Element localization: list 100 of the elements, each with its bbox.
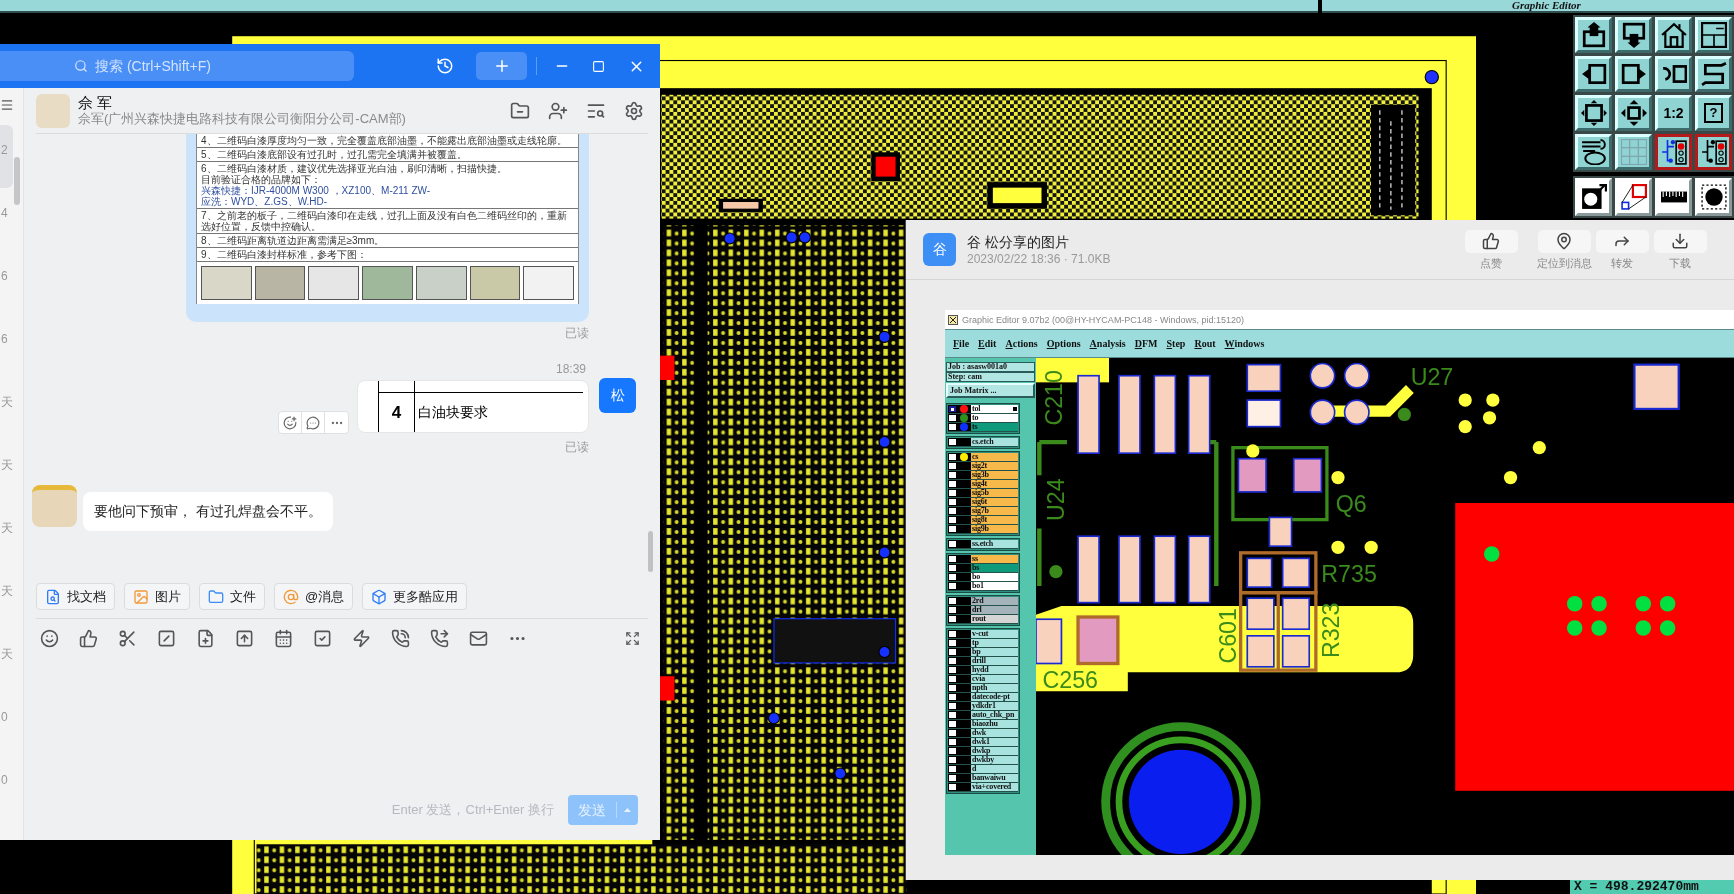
quick-action-button[interactable]: 找文档 [36, 583, 115, 610]
window-title: Graphic Editor [1512, 0, 1581, 11]
layer-name: banwaiwu [972, 774, 1006, 782]
user-avatar[interactable]: 松 [599, 378, 636, 413]
contact-name: 佘 军 [78, 94, 114, 111]
thumbs-up-icon[interactable] [79, 629, 98, 648]
quick-action-button[interactable]: 文件 [199, 583, 265, 610]
layer-name: sig9b [972, 525, 989, 533]
chat-time-fragment: 2 [1, 143, 8, 157]
layer-name: drl [972, 606, 982, 614]
silkscreen-label: C256 [1042, 667, 1099, 694]
sender-avatar: 谷 [923, 233, 956, 266]
document-text: 应洗：WYD、Z.GS、W.HD- [201, 196, 329, 207]
chat-list-item[interactable]: 2 [0, 125, 13, 188]
menu-label: Edit [978, 337, 997, 350]
silkscreen-label: U24 [1043, 478, 1070, 521]
layer-name: sig8t [972, 516, 987, 524]
circuit-lights-icon [1700, 139, 1727, 165]
chat-list-item[interactable]: 0 [0, 692, 13, 755]
map-pin-icon [1555, 232, 1573, 250]
tool-button[interactable]: ? [1695, 95, 1732, 131]
photo-placeholder [308, 266, 360, 300]
quick-action-button[interactable]: 更多酷应用 [362, 583, 468, 610]
phone-icon[interactable] [391, 629, 410, 648]
tool-button[interactable] [1695, 134, 1732, 170]
slash-box-icon[interactable] [157, 629, 176, 648]
settings-icon[interactable] [624, 100, 644, 121]
chat-list-item[interactable]: 天 [0, 440, 13, 503]
layer-name: cvia [972, 675, 985, 683]
tool-button[interactable] [1655, 134, 1692, 170]
folder-icon [208, 588, 224, 605]
layer-name: sig3b [972, 471, 989, 479]
layer-name: tp [972, 639, 979, 647]
document-text: 8、二维码距离轨道边距离需满足≥3mm。 [201, 235, 386, 246]
search-field[interactable]: 搜索 (Ctrl+Shift+F) [0, 51, 354, 81]
cube-icon [371, 588, 388, 605]
quick-action-button[interactable]: 图片 [124, 583, 190, 610]
file-plus-icon[interactable] [196, 629, 215, 648]
at-sign-icon [283, 588, 299, 605]
layer-name: npth [972, 684, 988, 692]
window-grid-icon [1700, 22, 1727, 48]
layer-name: ydkdr1 [972, 702, 996, 710]
upload-icon[interactable] [235, 629, 254, 648]
silkscreen-label: R323 [1317, 602, 1344, 659]
layer-name: to [972, 414, 979, 422]
step-field: Step: cam [946, 372, 1035, 382]
chat-list-item[interactable]: 天 [0, 503, 13, 566]
document-text: 目前验证合格的品牌如下： [201, 174, 322, 185]
zigzag-icon [1700, 61, 1727, 87]
scrollbar-thumb[interactable] [648, 531, 653, 572]
lightning-icon[interactable] [352, 629, 371, 648]
scrollbar-thumb[interactable] [14, 157, 20, 205]
chat-list-item[interactable]: 6 [0, 251, 13, 314]
smiley-icon[interactable] [40, 629, 59, 648]
chat-list-item[interactable]: 天 [0, 629, 13, 692]
document-text: 4、二维码白漆厚度均匀一致，完全覆盖底部油墨，不能露出底部油墨或走线轮廓。 [201, 135, 568, 146]
tools-palette-icon [1580, 139, 1607, 165]
layer-name: sig4t [972, 480, 987, 488]
phone-forward-icon[interactable] [430, 629, 449, 648]
document-text: 兴森快捷：IJR-4000M W300 ，XZ100、M-211 ZW- [201, 185, 432, 196]
scissors-icon[interactable] [118, 629, 137, 648]
image-icon [133, 588, 149, 605]
document-text: 7、之前老的板子，二维码白漆印在走线，过孔上面及没有白色二维码丝印的，重新选好位置，反馈中控确认。 [201, 210, 568, 232]
add-button[interactable] [476, 52, 527, 80]
add-user-icon[interactable] [548, 100, 568, 121]
menu-label: Step [1166, 337, 1186, 350]
chat-time-fragment: 天 [1, 584, 13, 598]
silkscreen-label: Q6 [1335, 491, 1367, 518]
history-icon[interactable] [436, 57, 454, 75]
maximize-icon[interactable] [592, 59, 605, 73]
layer-name: bp [972, 648, 981, 656]
file-search-icon [45, 588, 61, 605]
layer-name: drill [972, 657, 986, 665]
tool-button[interactable]: 1:2 [1655, 95, 1692, 131]
layer-name: hydd [972, 666, 989, 674]
checkbox-icon[interactable] [313, 629, 332, 648]
message-time: 18:39 [555, 362, 586, 376]
photo-placeholder [254, 266, 306, 300]
zoom-box-icon [1620, 184, 1647, 210]
message-bubble[interactable]: 4 白油块要求 [357, 380, 589, 433]
thumbs-up-icon [1482, 232, 1500, 250]
layer-name: sig7b [972, 507, 989, 515]
message-bubble[interactable]: 要他问下预审， 有过孔焊盘会不平。 [83, 492, 333, 531]
chat-time-fragment: 天 [1, 458, 13, 472]
expand-icon[interactable] [625, 631, 640, 646]
chat-list-item[interactable]: 4 [0, 188, 13, 251]
calendar-icon[interactable] [274, 629, 293, 648]
chat-list-item[interactable]: 天 [0, 377, 13, 440]
expand-arrows-icon [1580, 100, 1607, 126]
chat-list-item[interactable]: 天 [0, 566, 13, 629]
chat-time-fragment: 0 [1, 773, 8, 787]
chat-list-item[interactable]: 6 [0, 314, 13, 377]
layer-name: sig5b [972, 489, 989, 497]
folder-icon[interactable] [510, 100, 530, 121]
menu-icon[interactable] [0, 98, 14, 112]
layer-name: via+covered [972, 783, 1012, 791]
mail-icon[interactable] [469, 629, 488, 648]
chat-time-fragment: 0 [1, 710, 8, 724]
quick-action-button[interactable]: @消息 [274, 583, 354, 610]
chat-list-item[interactable]: 0 [0, 755, 13, 818]
